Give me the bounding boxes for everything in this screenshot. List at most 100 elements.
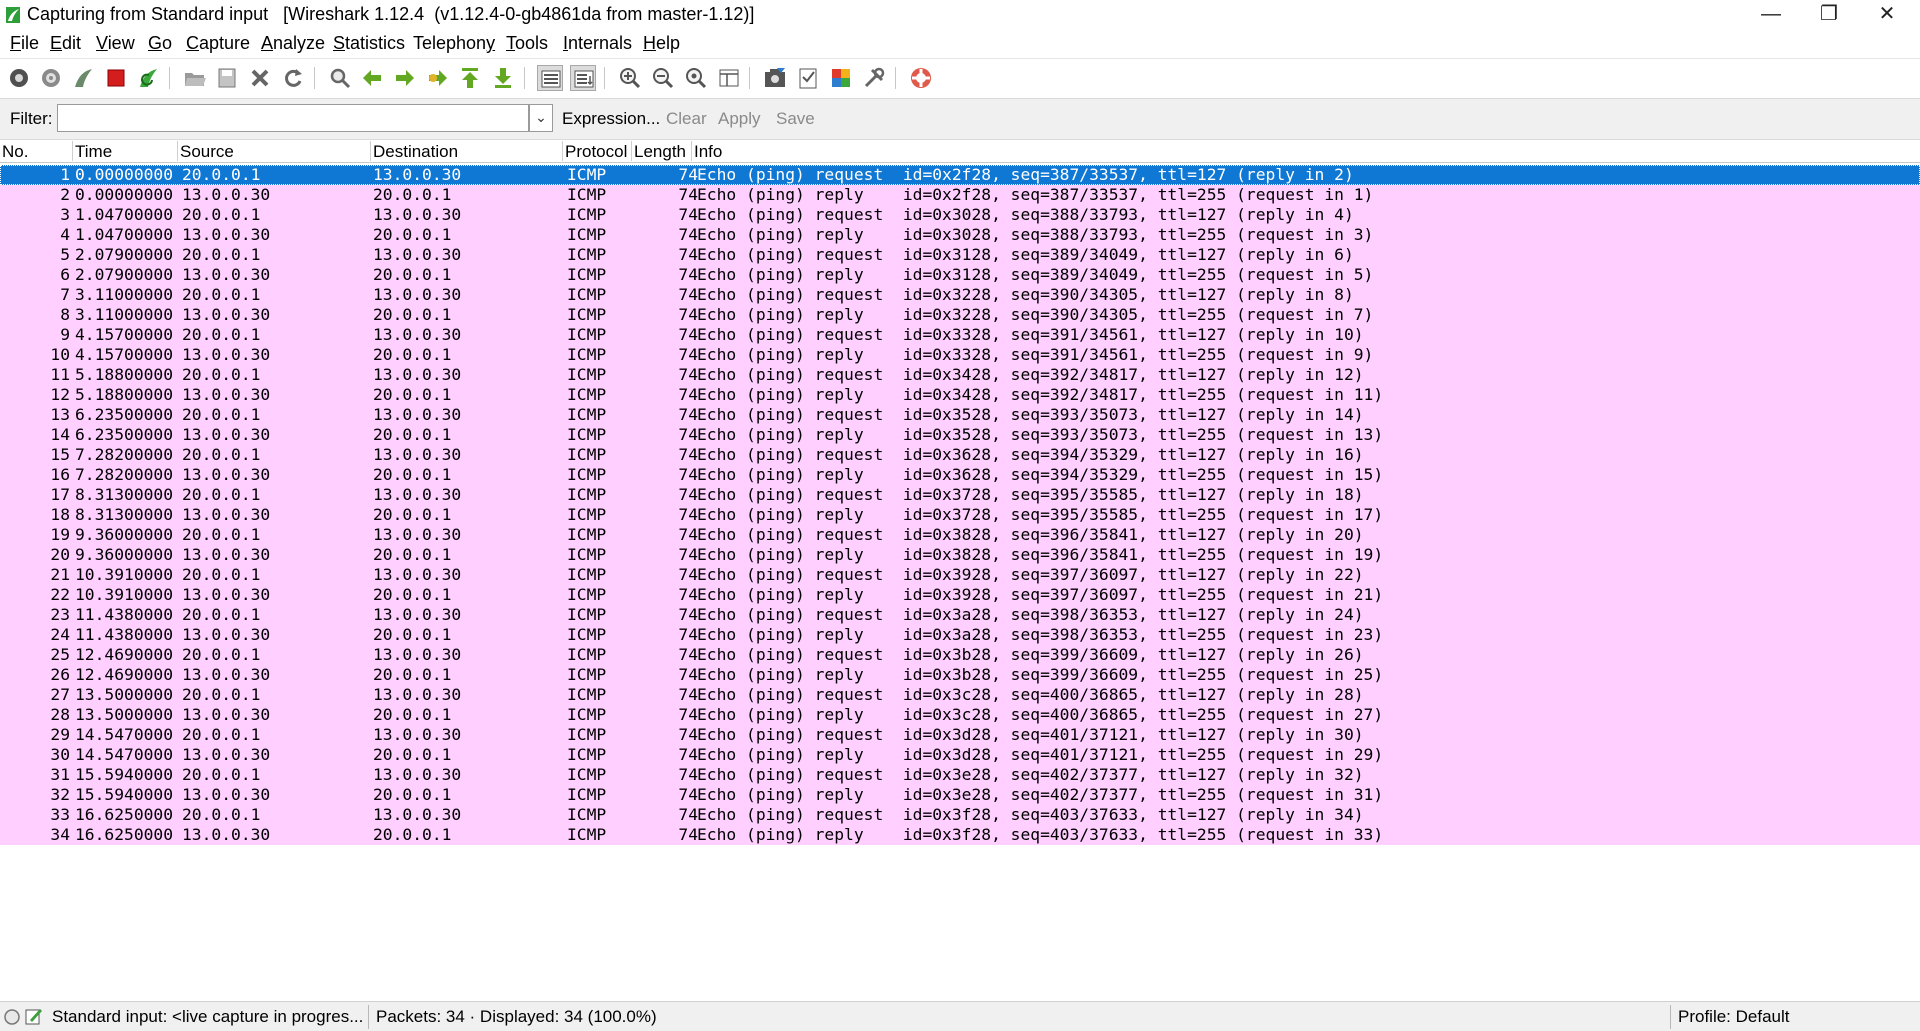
table-row[interactable]: 22 10.3910000 13.0.0.30 20.0.0.1 ICMP 74 Echo … [0,585,1920,605]
table-row[interactable]: 31 15.5940000 20.0.0.1 13.0.0.30 ICMP 74 Echo … [0,765,1920,785]
interfaces-button[interactable] [6,65,32,91]
profile-selector[interactable]: Profile: Default [1678,1007,1790,1027]
expert-info-icon[interactable] [3,1008,21,1026]
open-file-button[interactable] [182,65,208,91]
table-row[interactable]: 9 4.15700000 20.0.0.1 13.0.0.30 ICMP 74 Echo (… [0,325,1920,345]
coloring-rules-button[interactable] [828,65,854,91]
table-row[interactable]: 15 7.28200000 20.0.0.1 13.0.0.30 ICMP 74 Echo … [0,445,1920,465]
column-header-length[interactable]: Length [634,142,686,162]
column-divider[interactable] [177,141,178,161]
status-divider[interactable] [368,1005,369,1029]
table-row[interactable]: 32 15.5940000 13.0.0.30 20.0.0.1 ICMP 74 Echo … [0,785,1920,805]
table-row[interactable]: 3 1.04700000 20.0.0.1 13.0.0.30 ICMP 74 Echo (… [0,205,1920,225]
table-row[interactable]: 4 1.04700000 13.0.0.30 20.0.0.1 ICMP 74 Echo (… [0,225,1920,245]
table-row[interactable]: 29 14.5470000 20.0.0.1 13.0.0.30 ICMP 74 Echo … [0,725,1920,745]
save-file-button[interactable] [214,65,240,91]
table-row[interactable]: 25 12.4690000 20.0.0.1 13.0.0.30 ICMP 74 Echo … [0,645,1920,665]
table-row[interactable]: 8 3.11000000 13.0.0.30 20.0.0.1 ICMP 74 Echo (… [0,305,1920,325]
table-row[interactable]: 20 9.36000000 13.0.0.30 20.0.0.1 ICMP 74 Echo … [0,545,1920,565]
table-row[interactable]: 26 12.4690000 13.0.0.30 20.0.0.1 ICMP 74 Echo … [0,665,1920,685]
table-row[interactable]: 33 16.6250000 20.0.0.1 13.0.0.30 ICMP 74 Echo … [0,805,1920,825]
table-row[interactable]: 34 16.6250000 13.0.0.30 20.0.0.1 ICMP 74 Echo … [0,825,1920,845]
table-row[interactable]: 21 10.3910000 20.0.0.1 13.0.0.30 ICMP 74 Echo … [0,565,1920,585]
column-divider[interactable] [72,141,73,161]
go-back-button[interactable] [359,65,385,91]
filter-input[interactable] [57,104,529,132]
column-divider[interactable] [631,141,632,161]
menu-internals[interactable]: Internals [563,33,632,54]
menu-edit[interactable]: Edit [50,33,81,54]
menu-telephony[interactable]: Telephony [413,33,495,54]
column-divider[interactable] [691,141,692,161]
table-row[interactable]: 11 5.18800000 20.0.0.1 13.0.0.30 ICMP 74 Echo … [0,365,1920,385]
table-row[interactable]: 24 11.4380000 13.0.0.30 20.0.0.1 ICMP 74 Echo … [0,625,1920,645]
packet-list[interactable]: No. Time Source Destination Protocol Len… [0,140,1920,990]
clear-button[interactable]: Clear [666,109,707,129]
table-row[interactable]: 28 13.5000000 13.0.0.30 20.0.0.1 ICMP 74 Echo … [0,705,1920,725]
restart-capture-button[interactable] [136,65,162,91]
column-header-no[interactable]: No. [2,142,28,162]
expression-button[interactable]: Expression... [562,109,660,129]
table-row[interactable]: 23 11.4380000 20.0.0.1 13.0.0.30 ICMP 74 Echo … [0,605,1920,625]
start-capture-button[interactable] [71,65,97,91]
column-divider[interactable] [370,141,371,161]
menu-view[interactable]: View [96,33,135,54]
table-row[interactable]: 7 3.11000000 20.0.0.1 13.0.0.30 ICMP 74 Echo (… [0,285,1920,305]
menu-analyze[interactable]: Analyze [261,33,325,54]
resize-columns-button[interactable] [716,65,742,91]
packet-source: 20.0.0.1 [182,725,261,744]
options-button[interactable] [38,65,64,91]
go-to-packet-button[interactable] [425,65,451,91]
column-header-protocol[interactable]: Protocol [565,142,627,162]
column-header-time[interactable]: Time [75,142,112,162]
zoom-out-button[interactable] [650,65,676,91]
table-row[interactable]: 12 5.18800000 13.0.0.30 20.0.0.1 ICMP 74 Echo … [0,385,1920,405]
column-header-info[interactable]: Info [694,142,722,162]
table-row[interactable]: 10 4.15700000 13.0.0.30 20.0.0.1 ICMP 74 Echo … [0,345,1920,365]
filter-dropdown-button[interactable]: ⌄ [529,104,553,132]
table-row[interactable]: 5 2.07900000 20.0.0.1 13.0.0.30 ICMP 74 Echo (… [0,245,1920,265]
status-divider[interactable] [1670,1005,1671,1029]
help-button[interactable] [908,65,934,91]
menu-statistics[interactable]: Statistics [333,33,405,54]
table-row[interactable]: 14 6.23500000 13.0.0.30 20.0.0.1 ICMP 74 Echo … [0,425,1920,445]
minimize-button[interactable]: — [1742,0,1800,30]
capture-filters-button[interactable] [762,65,788,91]
display-filters-button[interactable] [795,65,821,91]
go-forward-button[interactable] [392,65,418,91]
table-row[interactable]: 16 7.28200000 13.0.0.30 20.0.0.1 ICMP 74 Echo … [0,465,1920,485]
table-row[interactable]: 18 8.31300000 13.0.0.30 20.0.0.1 ICMP 74 Echo … [0,505,1920,525]
save-filter-button[interactable]: Save [776,109,815,129]
go-last-button[interactable] [490,65,516,91]
menu-file[interactable]: File [10,33,39,54]
menu-go[interactable]: Go [148,33,172,54]
colorize-button[interactable] [537,65,563,91]
column-header-source[interactable]: Source [180,142,234,162]
menu-tools[interactable]: Tools [506,33,548,54]
table-row[interactable]: 1 0.00000000 20.0.0.1 13.0.0.30 ICMP 74 Echo (… [0,165,1920,185]
close-window-button[interactable]: ✕ [1858,0,1916,30]
apply-button[interactable]: Apply [718,109,761,129]
close-file-button[interactable] [247,65,273,91]
zoom-in-button[interactable] [617,65,643,91]
table-row[interactable]: 30 14.5470000 13.0.0.30 20.0.0.1 ICMP 74 Echo … [0,745,1920,765]
normal-size-button[interactable] [683,65,709,91]
table-row[interactable]: 19 9.36000000 20.0.0.1 13.0.0.30 ICMP 74 Echo … [0,525,1920,545]
table-row[interactable]: 17 8.31300000 20.0.0.1 13.0.0.30 ICMP 74 Echo … [0,485,1920,505]
stop-capture-button[interactable] [103,65,129,91]
find-packet-button[interactable] [327,65,353,91]
restore-button[interactable]: ❐ [1800,0,1858,30]
capture-comment-icon[interactable] [24,1006,44,1026]
preferences-button[interactable] [861,65,887,91]
auto-scroll-button[interactable] [570,65,596,91]
table-row[interactable]: 27 13.5000000 20.0.0.1 13.0.0.30 ICMP 74 Echo … [0,685,1920,705]
column-divider[interactable] [562,141,563,161]
table-row[interactable]: 6 2.07900000 13.0.0.30 20.0.0.1 ICMP 74 Echo (… [0,265,1920,285]
column-header-destination[interactable]: Destination [373,142,458,162]
table-row[interactable]: 2 0.00000000 13.0.0.30 20.0.0.1 ICMP 74 Echo (… [0,185,1920,205]
reload-button[interactable] [280,65,306,91]
go-first-button[interactable] [457,65,483,91]
table-row[interactable]: 13 6.23500000 20.0.0.1 13.0.0.30 ICMP 74 Echo … [0,405,1920,425]
menu-capture[interactable]: Capture [186,33,250,54]
menu-help[interactable]: Help [643,33,680,54]
